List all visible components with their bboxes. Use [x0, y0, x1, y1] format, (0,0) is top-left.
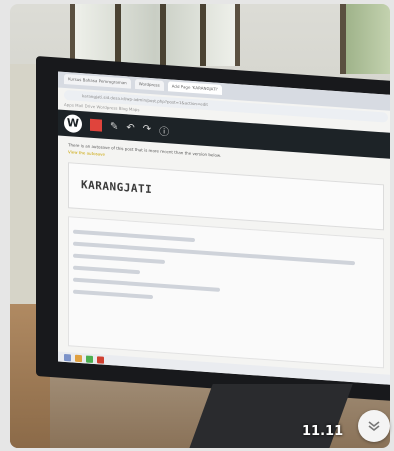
- scroll-down-button[interactable]: [358, 410, 390, 442]
- redo-icon: ↷: [142, 122, 152, 135]
- browser-tab: Kursus Bahasa Pemrograman: [64, 73, 131, 89]
- info-icon: ⓘ: [159, 126, 170, 138]
- browser-tab: Wordpress: [134, 78, 164, 91]
- wordpress-logo-icon: W: [64, 113, 82, 134]
- undo-icon: ↶: [126, 121, 135, 134]
- pencil-icon: ✎: [110, 120, 119, 133]
- monitor-screen: Kursus Bahasa Pemrograman Wordpress Add …: [58, 71, 390, 386]
- code-area: [68, 216, 384, 369]
- browser-tab: Add Page 'KARANGJATI': [167, 81, 222, 95]
- window: [70, 4, 240, 66]
- message-timestamp: 11.11: [302, 424, 344, 439]
- add-block-icon: [90, 118, 102, 132]
- window-right: [340, 4, 390, 74]
- monitor: Kursus Bahasa Pemrograman Wordpress Add …: [36, 56, 390, 402]
- double-chevron-down-icon: [368, 421, 380, 432]
- photo: Kursus Bahasa Pemrograman Wordpress Add …: [10, 4, 390, 448]
